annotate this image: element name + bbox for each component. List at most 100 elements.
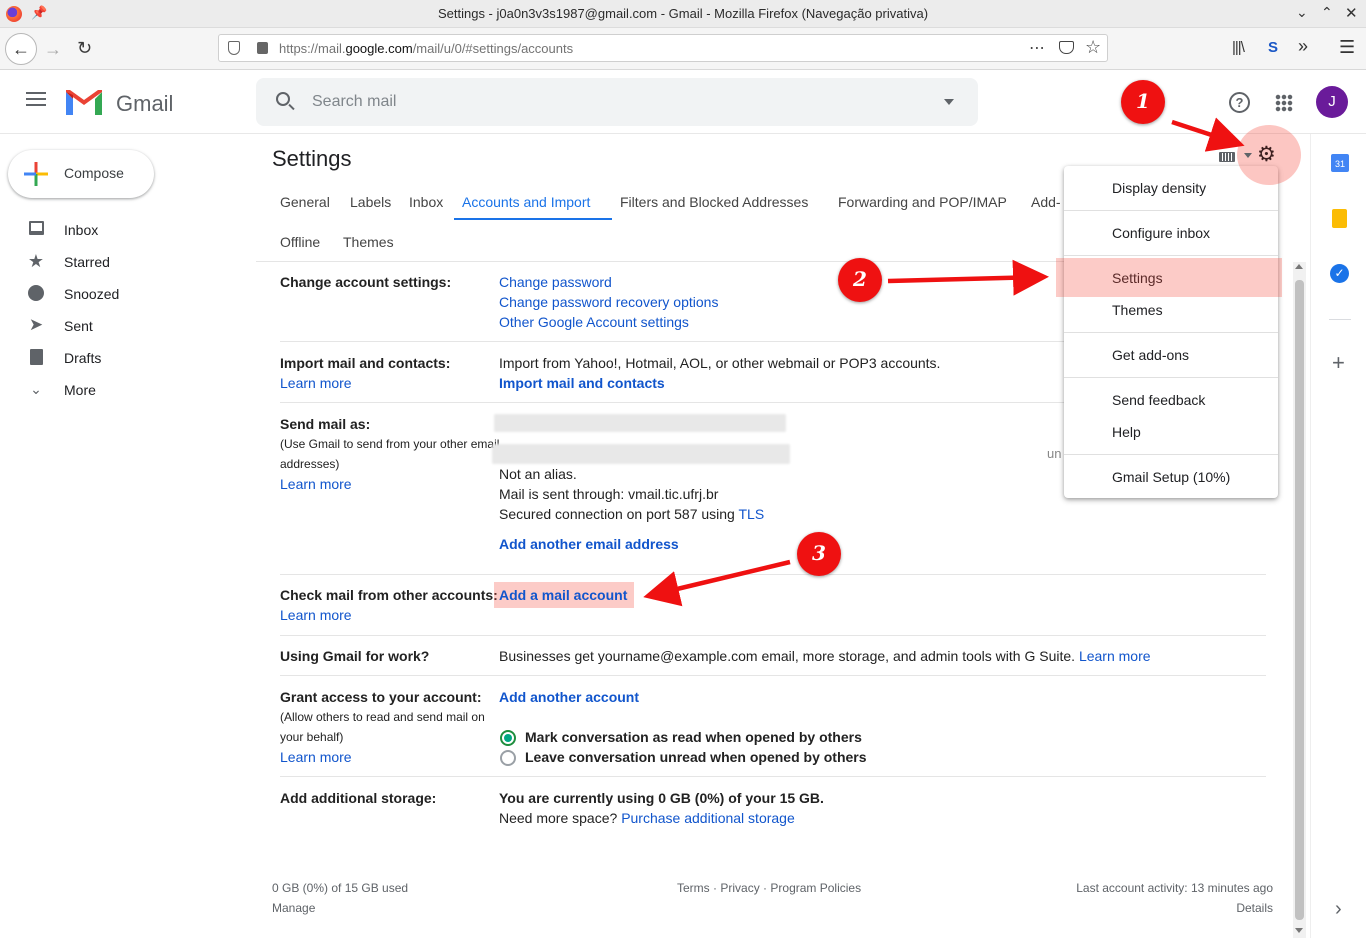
grant-learn-more-link[interactable]: Learn more xyxy=(280,749,352,765)
tab-forwarding[interactable]: Forwarding and POP/IMAP xyxy=(838,194,1007,210)
divider xyxy=(280,776,1266,777)
sidebar-item-label: Sent xyxy=(64,318,93,334)
settings-dropdown-menu: Display density Configure inbox Settings… xyxy=(1064,166,1278,498)
back-button[interactable]: ← xyxy=(5,33,37,65)
overflow-icon[interactable]: » xyxy=(1298,36,1308,57)
library-icon[interactable]: |||\ xyxy=(1232,39,1245,56)
check-mail-learn-more-link[interactable]: Learn more xyxy=(280,607,352,623)
sidebar-item-label: More xyxy=(64,382,96,398)
tasks-icon[interactable]: ✓ xyxy=(1330,264,1349,283)
sidebar-item-inbox[interactable]: Inbox xyxy=(0,214,250,246)
terms-link[interactable]: Terms xyxy=(677,881,710,895)
menu-divider xyxy=(1064,332,1278,333)
google-account-settings-link[interactable]: Other Google Account settings xyxy=(499,314,689,330)
tab-labels[interactable]: Labels xyxy=(350,194,391,210)
purchase-storage-link[interactable]: Purchase additional storage xyxy=(621,810,795,826)
keyboard-icon[interactable] xyxy=(1219,152,1235,162)
pocket-icon[interactable] xyxy=(1059,41,1074,54)
scroll-up-arrow-icon[interactable] xyxy=(1295,264,1303,269)
mark-read-label[interactable]: Mark conversation as read when opened by… xyxy=(525,729,862,745)
menu-divider xyxy=(1064,377,1278,378)
close-window-button[interactable]: ✕ xyxy=(1345,4,1358,22)
details-link[interactable]: Details xyxy=(1236,901,1273,915)
tls-link[interactable]: TLS xyxy=(738,506,764,522)
menu-item-configure-inbox[interactable]: Configure inbox xyxy=(1112,225,1210,241)
keep-icon[interactable] xyxy=(1332,209,1347,228)
compose-button[interactable]: Compose xyxy=(8,150,154,198)
tab-addons[interactable]: Add- xyxy=(1031,194,1061,210)
sidebar-item-more[interactable]: ⌄ More xyxy=(0,374,250,406)
hamburger-menu-icon[interactable]: ☰ xyxy=(1339,37,1355,58)
scrollbar[interactable] xyxy=(1293,262,1306,938)
scrollbar-thumb[interactable] xyxy=(1295,280,1304,920)
manage-link[interactable]: Manage xyxy=(272,901,315,915)
lock-icon[interactable] xyxy=(257,42,268,54)
url-prefix: https://mail. xyxy=(279,41,346,56)
bookmark-star-icon[interactable]: ☆ xyxy=(1085,37,1101,58)
tab-accounts-and-import[interactable]: Accounts and Import xyxy=(462,194,590,210)
last-activity: Last account activity: 13 minutes ago xyxy=(1076,881,1273,895)
side-panel: 31 ✓ + › xyxy=(1310,134,1366,938)
recovery-options-link[interactable]: Change password recovery options xyxy=(499,294,718,310)
send-as-learn-more-link[interactable]: Learn more xyxy=(280,476,352,492)
sidebar-item-sent[interactable]: ➤ Sent xyxy=(0,310,250,342)
url-bar[interactable]: https://mail.google.com/mail/u/0/#settin… xyxy=(218,34,1108,62)
tab-filters[interactable]: Filters and Blocked Addresses xyxy=(620,194,808,210)
menu-item-send-feedback[interactable]: Send feedback xyxy=(1112,392,1205,408)
menu-item-display-density[interactable]: Display density xyxy=(1112,180,1206,196)
menu-item-gmail-setup[interactable]: Gmail Setup (10%) xyxy=(1112,469,1230,485)
window-title: Settings - j0a0n3v3s1987@gmail.com - Gma… xyxy=(437,6,929,21)
menu-divider xyxy=(1064,210,1278,211)
tab-general[interactable]: General xyxy=(280,194,330,210)
expand-panel-chevron-icon[interactable]: › xyxy=(1335,898,1342,921)
search-bar[interactable]: Search mail xyxy=(256,78,978,126)
work-learn-more-link[interactable]: Learn more xyxy=(1079,648,1151,664)
shield-icon[interactable] xyxy=(228,41,240,55)
menu-item-themes[interactable]: Themes xyxy=(1112,302,1163,318)
sidebar-item-drafts[interactable]: Drafts xyxy=(0,342,250,374)
import-mail-contacts-link[interactable]: Import mail and contacts xyxy=(499,375,665,391)
import-learn-more-link[interactable]: Learn more xyxy=(280,375,352,391)
avatar[interactable]: J xyxy=(1316,86,1348,118)
sidebar-item-label: Starred xyxy=(64,254,110,270)
main-menu-icon[interactable] xyxy=(26,92,46,106)
mark-read-radio[interactable] xyxy=(500,730,516,746)
tab-themes[interactable]: Themes xyxy=(343,234,394,250)
menu-item-help[interactable]: Help xyxy=(1112,424,1141,440)
menu-item-get-addons[interactable]: Get add-ons xyxy=(1112,347,1189,363)
program-policies-link[interactable]: Program Policies xyxy=(770,881,861,895)
search-input[interactable]: Search mail xyxy=(312,93,396,111)
reload-button[interactable]: ↻ xyxy=(77,39,92,57)
sidebar-item-starred[interactable]: ★ Starred xyxy=(0,246,250,278)
change-password-link[interactable]: Change password xyxy=(499,274,612,290)
tab-offline[interactable]: Offline xyxy=(280,234,320,250)
page-actions-icon[interactable]: ⋯ xyxy=(1029,38,1045,58)
minimize-button[interactable]: ⌄ xyxy=(1296,4,1308,21)
annotation-badge-1: 1 xyxy=(1121,80,1165,124)
help-icon[interactable]: ? xyxy=(1229,92,1250,113)
leave-unread-label[interactable]: Leave conversation unread when opened by… xyxy=(525,749,867,765)
tab-inbox[interactable]: Inbox xyxy=(409,194,443,210)
add-addon-plus-icon[interactable]: + xyxy=(1332,350,1345,376)
leave-unread-radio[interactable] xyxy=(500,750,516,766)
search-options-icon[interactable] xyxy=(944,99,954,105)
maximize-button[interactable]: ⌃ xyxy=(1321,4,1333,21)
privacy-link[interactable]: Privacy xyxy=(720,881,759,895)
add-mail-account-link[interactable]: Add a mail account xyxy=(499,587,627,603)
annotation-badge-2: 2 xyxy=(838,258,882,302)
add-another-account-link[interactable]: Add another account xyxy=(499,689,639,705)
url-text[interactable]: https://mail.google.com/mail/u/0/#settin… xyxy=(279,41,573,56)
chevron-down-icon: ⌄ xyxy=(30,381,42,397)
panel-divider xyxy=(1329,319,1351,320)
settings-gear-icon[interactable]: ⚙ xyxy=(1257,144,1276,165)
add-email-address-link[interactable]: Add another email address xyxy=(499,536,679,552)
scroll-down-arrow-icon[interactable] xyxy=(1295,928,1303,933)
window-titlebar: 📌 Settings - j0a0n3v3s1987@gmail.com - G… xyxy=(0,0,1366,28)
sidebar-item-snoozed[interactable]: Snoozed xyxy=(0,278,250,310)
keyboard-dropdown-icon[interactable] xyxy=(1244,153,1252,158)
sync-s-icon[interactable]: S xyxy=(1268,39,1278,56)
calendar-icon[interactable]: 31 xyxy=(1331,154,1349,172)
forward-button[interactable]: → xyxy=(44,40,62,58)
apps-grid-icon[interactable] xyxy=(1275,94,1293,112)
active-tab-indicator xyxy=(454,218,612,220)
